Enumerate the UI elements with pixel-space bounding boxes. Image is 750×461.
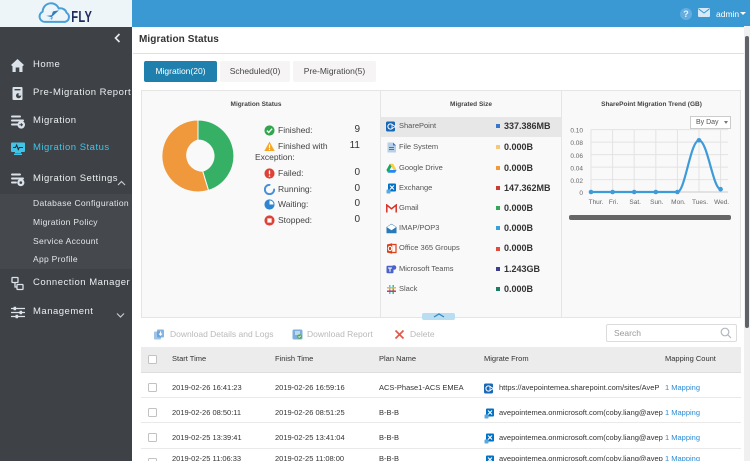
svg-text:FLY: FLY: [71, 8, 92, 25]
svg-text:0.08: 0.08: [570, 140, 583, 147]
svg-text:Wed.: Wed.: [714, 199, 729, 206]
svg-text:Fri.: Fri.: [609, 199, 619, 206]
svg-text:0.02: 0.02: [570, 178, 583, 185]
svg-text:0.04: 0.04: [570, 166, 583, 173]
svg-text:Sat.: Sat.: [629, 199, 641, 206]
svg-text:Tues.: Tues.: [692, 199, 708, 206]
svg-text:Sun.: Sun.: [650, 199, 664, 206]
svg-text:0.10: 0.10: [570, 128, 583, 135]
svg-text:Thur.: Thur.: [589, 199, 604, 206]
svg-text:0.06: 0.06: [570, 153, 583, 160]
svg-text:Mon.: Mon.: [671, 199, 686, 206]
svg-text:0: 0: [579, 190, 583, 197]
